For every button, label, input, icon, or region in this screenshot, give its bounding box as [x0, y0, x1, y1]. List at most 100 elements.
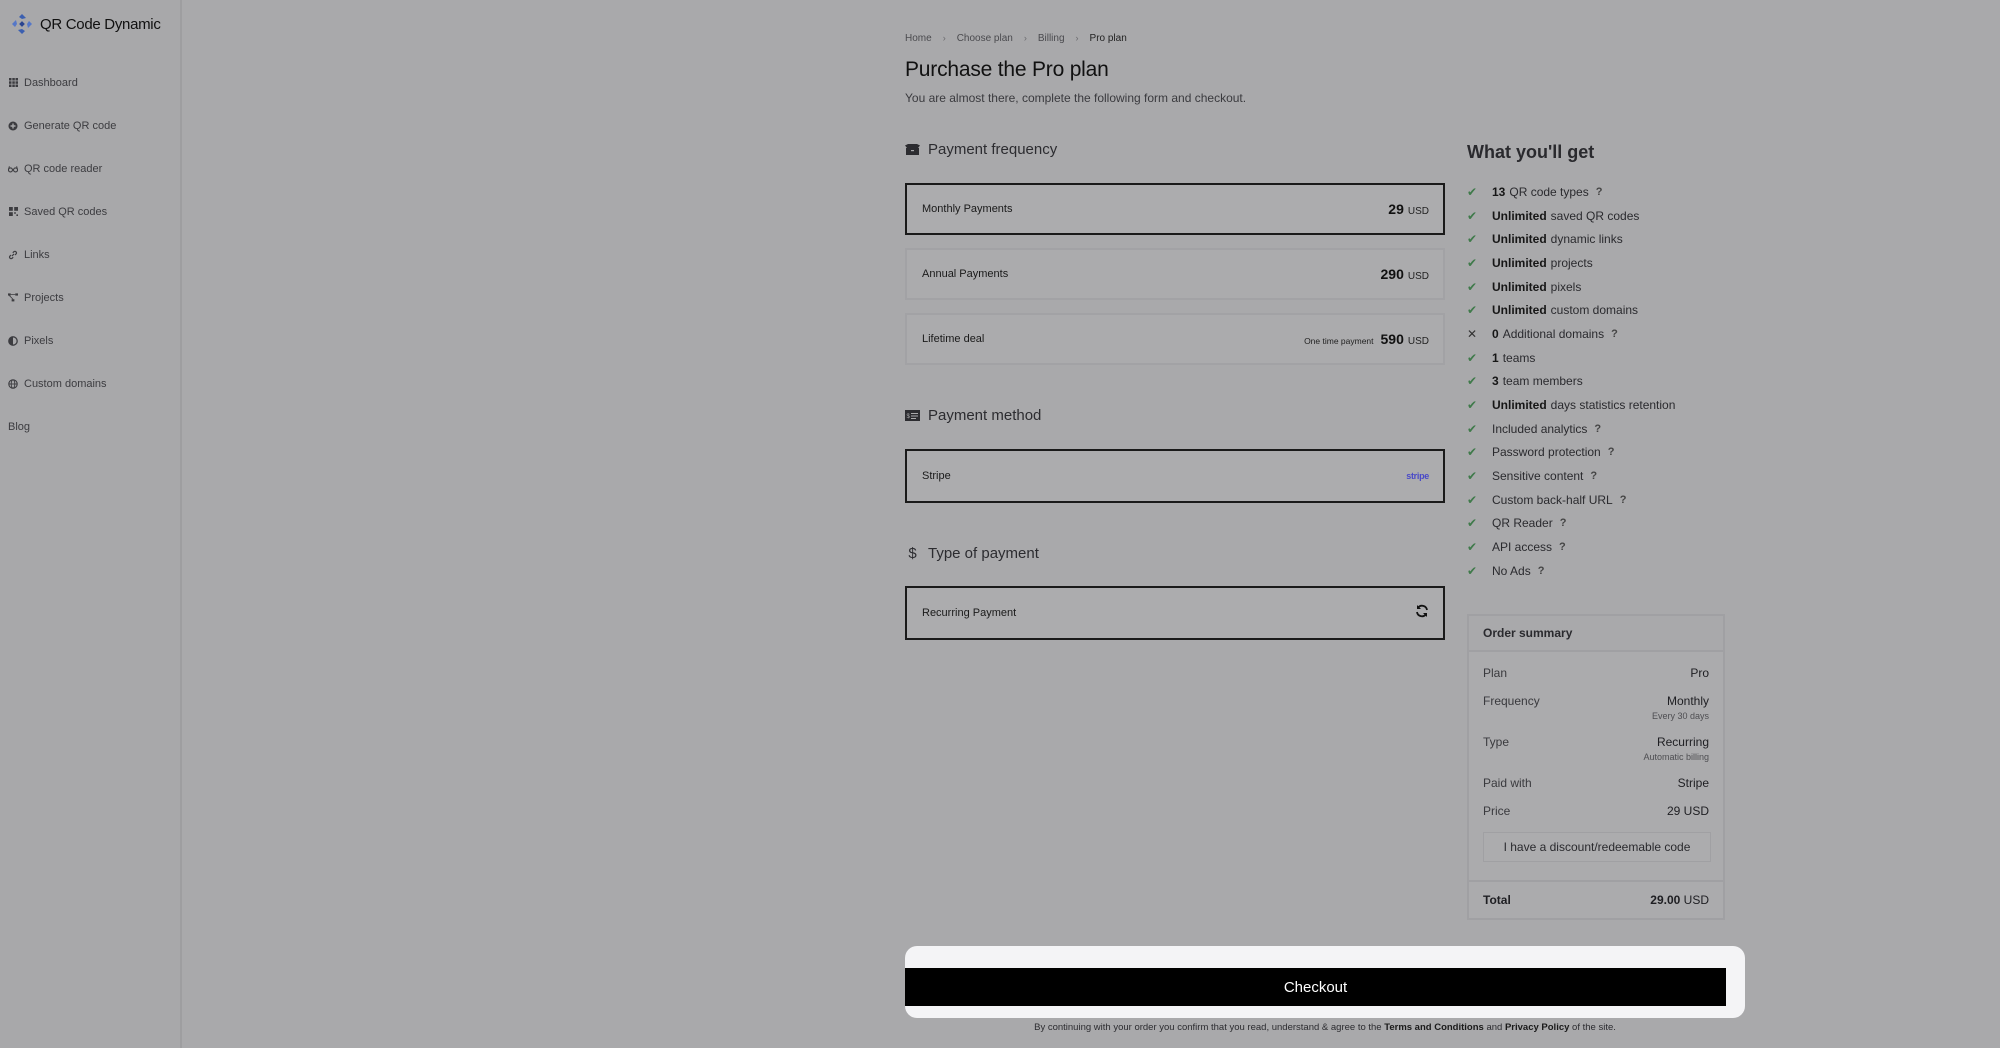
money-check-icon: $: [905, 408, 920, 423]
check-icon: ✔: [1467, 492, 1478, 507]
section-title: Payment method: [928, 407, 1042, 424]
help-icon[interactable]: ?: [1596, 186, 1603, 198]
sidebar-item-label: Custom domains: [24, 377, 107, 390]
check-icon: ✔: [1467, 516, 1478, 531]
features-list: ✔ 13 QR code types? ✔ Unlimited saved QR code…: [1467, 180, 1675, 583]
privacy-link[interactable]: Privacy Policy: [1505, 1022, 1569, 1033]
help-icon[interactable]: ?: [1611, 328, 1618, 340]
payment-method-stripe[interactable]: Stripe stripe: [905, 449, 1445, 503]
sidebar-item-saved-qr[interactable]: Saved QR codes: [8, 190, 116, 233]
summary-value: Monthly: [1666, 694, 1709, 708]
check-icon: ✔: [1467, 374, 1478, 389]
frequency-option-monthly[interactable]: Monthly Payments 29 USD: [905, 183, 1445, 235]
feature-item: ✔ Unlimited projects: [1467, 251, 1675, 275]
feature-text: days statistics retention: [1550, 398, 1676, 413]
breadcrumb-home[interactable]: Home: [905, 33, 932, 44]
breadcrumb-billing[interactable]: Billing: [1038, 33, 1065, 44]
help-icon[interactable]: ?: [1538, 565, 1545, 577]
feature-text: pixels: [1550, 279, 1582, 294]
feature-text: Additional domains: [1502, 326, 1605, 341]
breadcrumb-choose-plan[interactable]: Choose plan: [957, 33, 1013, 44]
check-icon: ✔: [1467, 232, 1478, 247]
total-label: Total: [1483, 893, 1511, 907]
globe-icon: [8, 378, 18, 389]
summary-row-type: Type Recurring Automatic billing: [1483, 735, 1709, 762]
help-icon[interactable]: ?: [1608, 446, 1615, 458]
sidebar-item-label: QR code reader: [24, 162, 103, 175]
check-icon: ✔: [1467, 398, 1478, 413]
help-icon[interactable]: ?: [1559, 541, 1566, 553]
summary-value: Stripe: [1677, 776, 1709, 790]
benefits-title: What you'll get: [1467, 142, 1595, 162]
price-note: One time payment: [1304, 336, 1374, 346]
feature-item: ✕ 0 Additional domains?: [1467, 322, 1675, 346]
feature-item: ✔ Sensitive content?: [1467, 464, 1675, 488]
sidebar-item-projects[interactable]: Projects: [8, 276, 116, 319]
sidebar-item-links[interactable]: Links: [8, 233, 116, 276]
feature-item: ✔ Unlimited dynamic links: [1467, 227, 1675, 251]
feature-text: team members: [1502, 374, 1583, 389]
sidebar-item-dashboard[interactable]: Dashboard: [8, 61, 116, 104]
summary-value: Recurring: [1656, 735, 1709, 749]
discount-code-button[interactable]: I have a discount/redeemable code: [1483, 832, 1711, 862]
adjust-icon: [8, 335, 18, 346]
summary-subvalue: Automatic billing: [1643, 752, 1709, 762]
summary-row-price: Price 29 USD: [1483, 804, 1709, 818]
payment-method-heading: $ Payment method: [905, 407, 1041, 424]
feature-quantity: 3: [1492, 374, 1499, 389]
check-icon: ✔: [1467, 540, 1478, 555]
sidebar-item-label: Blog: [8, 420, 31, 433]
qr-icon: [8, 207, 18, 217]
checkout-container: Checkout: [905, 946, 1745, 1018]
price-currency: USD: [1407, 336, 1429, 347]
check-icon: ✔: [1467, 184, 1478, 199]
legal-and: and: [1486, 1022, 1503, 1033]
option-label: Recurring Payment: [922, 607, 1017, 619]
sidebar: QR Code Dynamic Dashboard Generate QR co…: [0, 0, 182, 1048]
summary-subvalue: Every 30 days: [1651, 711, 1709, 721]
sidebar-item-qr-reader[interactable]: QR code reader: [8, 147, 116, 190]
terms-link[interactable]: Terms and Conditions: [1384, 1022, 1484, 1033]
payment-frequency-heading: Payment frequency: [905, 141, 1057, 158]
sidebar-item-pixels[interactable]: Pixels: [8, 319, 116, 362]
feature-text: QR Reader: [1492, 516, 1553, 531]
payment-type-heading: $ Type of payment: [905, 545, 1039, 562]
stripe-logo-icon: stripe: [1406, 471, 1429, 481]
brand[interactable]: QR Code Dynamic: [10, 12, 161, 36]
summary-total: Total 29.00 USD: [1469, 880, 1723, 918]
help-icon[interactable]: ?: [1620, 494, 1627, 506]
breadcrumb-current: Pro plan: [1089, 33, 1127, 44]
price-amount: 590: [1380, 331, 1404, 347]
feature-text: dynamic links: [1550, 232, 1623, 247]
sidebar-item-custom-domains[interactable]: Custom domains: [8, 362, 116, 405]
checkout-button[interactable]: Checkout: [905, 968, 1726, 1006]
help-icon[interactable]: ?: [1590, 470, 1597, 482]
help-icon[interactable]: ?: [1560, 517, 1567, 529]
legal-prefix: By continuing with your order you confir…: [1034, 1022, 1382, 1033]
order-summary-title: Order summary: [1469, 616, 1723, 652]
feature-item: ✔ 13 QR code types?: [1467, 180, 1675, 204]
summary-label: Type: [1483, 735, 1510, 749]
help-icon[interactable]: ?: [1594, 423, 1601, 435]
feature-item: ✔ QR Reader?: [1467, 512, 1675, 536]
sidebar-item-generate-qr[interactable]: Generate QR code: [8, 104, 116, 147]
feature-quantity: Unlimited: [1492, 303, 1547, 318]
feature-quantity: Unlimited: [1492, 232, 1547, 247]
check-icon: ✔: [1467, 208, 1478, 223]
x-icon: ✕: [1467, 326, 1478, 341]
sidebar-item-label: Projects: [24, 291, 64, 304]
sidebar-item-blog[interactable]: Blog: [8, 405, 116, 448]
sidebar-item-label: Links: [24, 248, 50, 261]
summary-label: Price: [1483, 804, 1511, 818]
project-diagram-icon: [8, 293, 18, 303]
feature-text: Custom back-half URL: [1492, 492, 1613, 507]
sidebar-item-label: Pixels: [24, 334, 54, 347]
grid-icon: [8, 78, 18, 88]
frequency-option-annual[interactable]: Annual Payments 290 USD: [905, 248, 1445, 300]
feature-text: Sensitive content: [1492, 469, 1584, 484]
total-amount: 29.00: [1650, 893, 1681, 907]
frequency-option-lifetime[interactable]: Lifetime deal One time payment 590 USD: [905, 313, 1445, 365]
payment-type-recurring[interactable]: Recurring Payment: [905, 586, 1445, 640]
brand-name: QR Code Dynamic: [40, 15, 161, 33]
option-label: Annual Payments: [922, 268, 1009, 280]
